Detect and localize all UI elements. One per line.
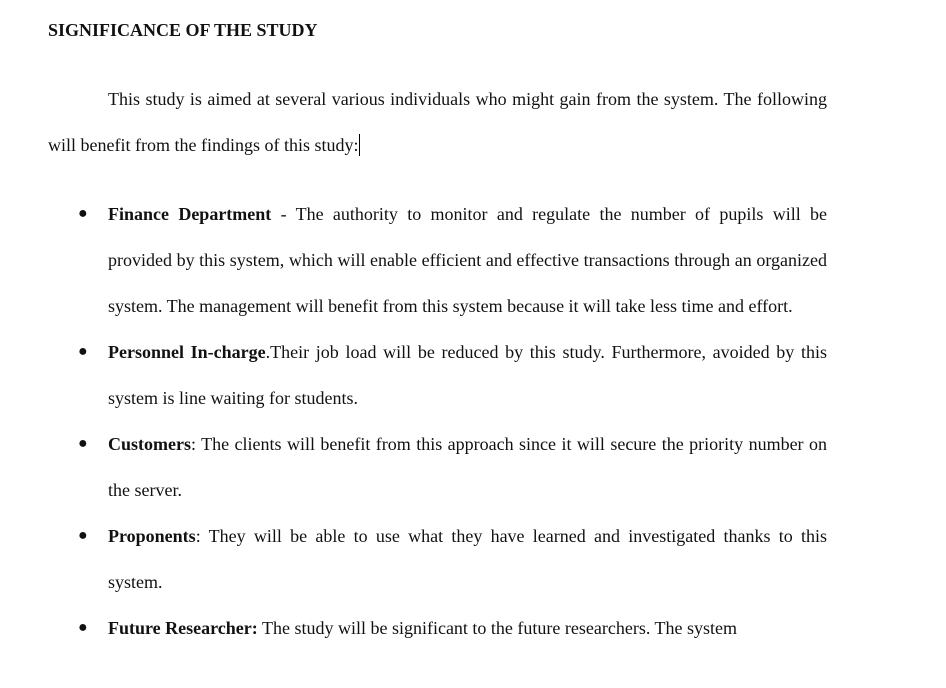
bullet-icon: ● xyxy=(78,435,88,452)
list-item-future-researcher: ● Future Researcher: The study will be si… xyxy=(0,605,827,651)
item-term: Finance Department xyxy=(108,204,272,224)
item-text: : The clients will benefit from this app… xyxy=(108,434,827,500)
intro-paragraph[interactable]: This study is aimed at several various i… xyxy=(48,76,827,168)
intro-text: This study is aimed at several various i… xyxy=(48,89,827,155)
beneficiaries-list: ● Finance Department - The authority to m… xyxy=(0,191,827,651)
list-item-personnel-in-charge: ● Personnel In-charge.Their job load will… xyxy=(0,329,827,421)
item-term: Proponents xyxy=(108,526,196,546)
list-item-finance-department: ● Finance Department - The authority to m… xyxy=(0,191,827,329)
item-text: : They will be able to use what they hav… xyxy=(108,526,827,592)
item-term: Customers xyxy=(108,434,191,454)
item-text: The study will be significant to the fut… xyxy=(257,618,738,638)
list-item-proponents: ● Proponents: They will be able to use wh… xyxy=(0,513,827,605)
document-page: SIGNIFICANCE OF THE STUDY This study is … xyxy=(0,0,946,688)
item-term: Personnel In-charge xyxy=(108,342,266,362)
list-item-customers: ● Customers: The clients will benefit fro… xyxy=(0,421,827,513)
bullet-icon: ● xyxy=(78,619,88,636)
section-heading: SIGNIFICANCE OF THE STUDY xyxy=(48,20,318,40)
bullet-icon: ● xyxy=(78,205,88,222)
bullet-icon: ● xyxy=(78,343,88,360)
text-cursor xyxy=(359,134,361,156)
item-term: Future Researcher: xyxy=(108,618,258,638)
bullet-icon: ● xyxy=(78,527,88,544)
